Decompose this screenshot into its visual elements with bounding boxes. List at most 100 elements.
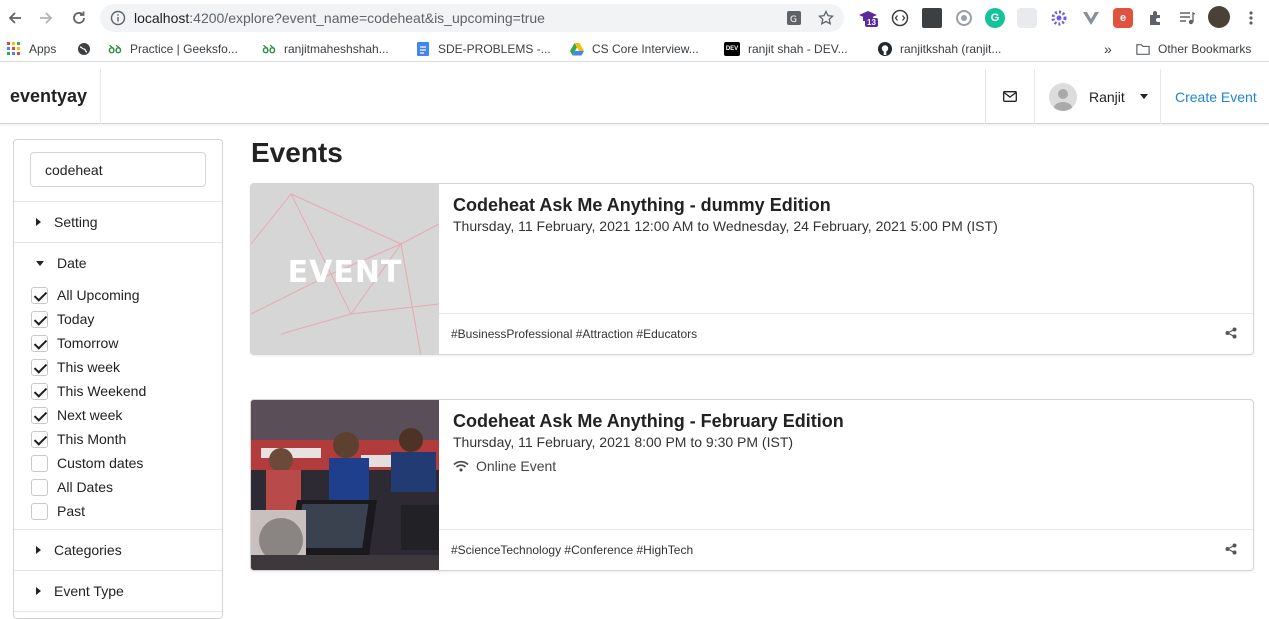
grammarly-icon[interactable]: G [985, 8, 1005, 28]
date-option-all-dates[interactable]: All Dates [31, 475, 222, 499]
bookmark-label: Apps [29, 42, 57, 56]
checkbox[interactable] [31, 358, 48, 376]
checkbox[interactable] [31, 334, 48, 352]
bookmark-dev[interactable]: DEV ranjit shah - DEV... [724, 40, 848, 58]
info-icon[interactable] [110, 10, 126, 31]
svg-text:G: G [790, 15, 797, 25]
translate-icon[interactable]: G [786, 10, 802, 31]
date-option-label: All Upcoming [57, 287, 140, 303]
extension-shield-icon[interactable] [954, 8, 974, 28]
checkbox[interactable] [31, 286, 48, 304]
event-title[interactable]: Codeheat Ask Me Anything - dummy Edition [453, 194, 1239, 216]
more-bookmarks-button[interactable]: » [1104, 40, 1112, 58]
date-option-this-month[interactable]: This Month [31, 427, 222, 451]
date-label: Date [57, 255, 87, 271]
bookmarks-bar: Apps ꝺꝺ Practice | Geeksfo... ꝺꝺ ranjitm… [0, 36, 1269, 62]
user-menu[interactable]: Ranjit [1035, 69, 1161, 124]
bookmark-label: SDE-PROBLEMS -... [438, 42, 551, 56]
date-option-label: This week [57, 359, 121, 375]
date-option-custom-dates[interactable]: Custom dates [31, 451, 222, 475]
extension-gear-icon[interactable] [1049, 8, 1069, 28]
wifi-icon [453, 460, 469, 472]
date-accordion[interactable]: Date [14, 243, 222, 283]
profile-avatar[interactable] [1208, 6, 1230, 28]
event-type-accordion[interactable]: Event Type [14, 571, 222, 611]
date-option-today[interactable]: Today [31, 307, 222, 331]
geeksforgeeks-icon: ꝺꝺ [108, 43, 122, 56]
caret-right-icon [36, 587, 41, 595]
notifications-button[interactable] [985, 69, 1035, 124]
reload-button[interactable] [68, 7, 90, 29]
checkbox[interactable] [31, 406, 48, 424]
event-card-body: Codeheat Ask Me Anything - February Edit… [439, 400, 1253, 531]
checkbox[interactable] [31, 454, 48, 472]
mail-icon [1003, 91, 1017, 102]
apps-grid-icon [7, 42, 21, 56]
date-option-label: All Dates [57, 479, 114, 495]
bookmark-globe[interactable] [77, 40, 99, 58]
checkbox[interactable] [31, 382, 48, 400]
extension-graduation-icon[interactable]: 13 [858, 8, 878, 28]
setting-accordion[interactable]: Setting [14, 202, 222, 242]
event-search-input[interactable] [30, 152, 206, 187]
share-icon[interactable] [1225, 327, 1237, 342]
event-card-footer: #BusinessProfessional #Attraction #Educa… [439, 313, 1253, 354]
forward-button[interactable] [35, 7, 57, 29]
date-option-label: Today [57, 311, 95, 327]
google-docs-icon [416, 42, 430, 56]
address-bar[interactable]: localhost:4200/explore?event_name=codehe… [100, 4, 844, 32]
forward-arrow-icon [40, 12, 53, 24]
event-card[interactable]: EVENT Codeheat Ask Me Anything - dummy E… [250, 183, 1254, 355]
media-control-icon[interactable] [1177, 8, 1197, 28]
other-bookmarks-label: Other Bookmarks [1158, 42, 1252, 56]
bookmark-star-icon[interactable] [817, 9, 835, 31]
event-title[interactable]: Codeheat Ask Me Anything - February Edit… [453, 410, 1239, 432]
create-event-link[interactable]: Create Event [1161, 69, 1269, 124]
bookmark-apps[interactable]: Apps [7, 40, 56, 58]
page-title: Events [251, 137, 343, 168]
event-placeholder-image[interactable]: EVENT [251, 184, 439, 354]
date-section: Date All Upcoming Today Tomorrow This we… [14, 243, 222, 530]
extension-grid-icon[interactable] [1017, 8, 1037, 28]
event-type-section: Event Type [14, 571, 222, 612]
bookmark-cs-core[interactable]: CS Core Interview... [570, 40, 699, 58]
event-card[interactable]: Codeheat Ask Me Anything - February Edit… [250, 399, 1254, 571]
bookmark-github[interactable]: ranjitkshah (ranjit... [878, 40, 1001, 58]
bookmark-practice-geeks[interactable]: ꝺꝺ Practice | Geeksfo... [108, 40, 237, 58]
brand-logo[interactable]: eventyay [0, 69, 101, 124]
setting-section: Setting [14, 202, 222, 243]
other-bookmarks-folder[interactable]: Other Bookmarks [1136, 40, 1251, 58]
date-option-past[interactable]: Past [31, 499, 222, 523]
app-navbar: eventyay Ranjit Create Event [0, 69, 1269, 124]
event-card-footer: #ScienceTechnology #Conference #HighTech [439, 529, 1253, 570]
date-option-label: This Weekend [57, 383, 147, 399]
event-card-body: Codeheat Ask Me Anything - dummy Edition… [439, 184, 1253, 315]
caret-right-icon [36, 218, 41, 226]
extension-e-icon[interactable]: e [1113, 8, 1133, 28]
extensions-puzzle-icon[interactable] [1145, 8, 1165, 28]
checkbox[interactable] [31, 310, 48, 328]
bookmark-label: ranjitkshah (ranjit... [900, 42, 1002, 56]
event-photo[interactable] [251, 400, 439, 570]
checkbox[interactable] [31, 478, 48, 496]
categories-accordion[interactable]: Categories [14, 530, 222, 570]
checkbox[interactable] [31, 502, 48, 520]
share-icon[interactable] [1225, 543, 1237, 558]
back-button[interactable] [4, 7, 26, 29]
bookmark-ranjit-geeks[interactable]: ꝺꝺ ranjitmaheshshah... [262, 40, 388, 58]
checkbox[interactable] [31, 430, 48, 448]
browser-menu-icon[interactable] [1241, 8, 1261, 28]
extension-dark-icon[interactable] [922, 8, 942, 28]
extension-vue-icon[interactable] [1081, 8, 1101, 28]
date-option-next-week[interactable]: Next week [31, 403, 222, 427]
date-option-this-week[interactable]: This week [31, 355, 222, 379]
bookmark-sde-problems[interactable]: SDE-PROBLEMS -... [416, 40, 551, 58]
folder-icon [1136, 42, 1150, 56]
date-option-all-upcoming[interactable]: All Upcoming [31, 283, 222, 307]
extension-badge: 13 [865, 18, 878, 27]
date-option-label: This Month [57, 431, 127, 447]
extension-code-icon[interactable] [890, 8, 910, 28]
date-option-this-weekend[interactable]: This Weekend [31, 379, 222, 403]
date-option-tomorrow[interactable]: Tomorrow [31, 331, 222, 355]
caret-down-icon [36, 260, 44, 266]
